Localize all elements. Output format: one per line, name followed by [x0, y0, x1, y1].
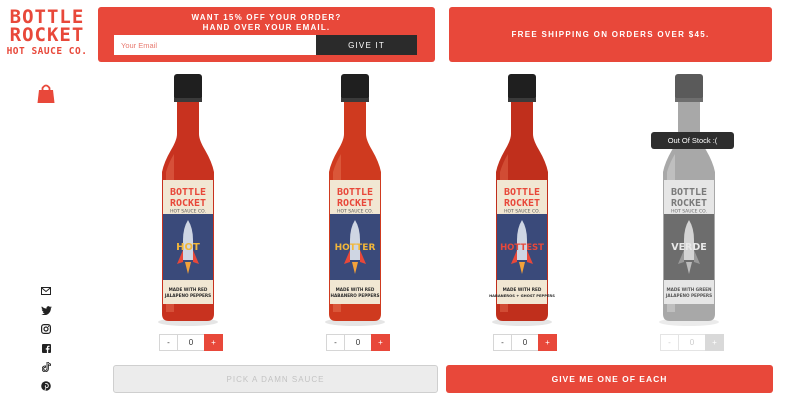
- decrease-button[interactable]: -: [159, 334, 178, 351]
- label-brand-line-1: BOTTLE: [504, 187, 540, 198]
- label-made-line-1: MADE WITH GREEN: [666, 287, 712, 292]
- product-hottest[interactable]: BOTTLE ROCKET HOT SAUCE CO. HOTTEST MADE…: [467, 72, 577, 330]
- label-heat-name: HOT: [176, 242, 200, 253]
- label-made-line-2: JALAPENO PEPPERS: [665, 293, 712, 298]
- decrease-button[interactable]: -: [326, 334, 345, 351]
- label-heat-name: HOTTER: [335, 243, 376, 253]
- one-of-each-button[interactable]: GIVE ME ONE OF EACH: [446, 365, 773, 393]
- promo-text: WANT 15% OFF YOUR ORDER? HAND OVER YOUR …: [98, 13, 435, 33]
- label-made-line-2: HABANEROS + GHOST PEPPERS: [489, 294, 555, 298]
- label-brand-line-2: ROCKET: [170, 198, 206, 209]
- label-made-line-2: JALAPENO PEPPERS: [164, 293, 211, 298]
- decrease-button[interactable]: -: [660, 334, 679, 351]
- label-brand-line-2: ROCKET: [504, 198, 540, 209]
- label-brand-line-1: BOTTLE: [671, 187, 707, 198]
- label-heat-name: HOTTEST: [500, 243, 544, 253]
- quantity-value[interactable]: 0: [512, 334, 538, 351]
- label-made-line-1: MADE WITH RED: [503, 287, 542, 292]
- increase-button[interactable]: +: [705, 334, 724, 351]
- label-heat-name: VERDE: [671, 242, 707, 253]
- out-of-stock-tooltip: Out Of Stock :(: [651, 132, 734, 149]
- label-sub: HOT SAUCE CO.: [504, 209, 540, 215]
- logo-line-2: ROCKET: [9, 24, 85, 46]
- product-hot[interactable]: BOTTLE ROCKET HOT SAUCE CO. HOT MADE WIT…: [133, 72, 243, 330]
- shopping-bag-icon[interactable]: [35, 83, 57, 105]
- label-brand-line-1: BOTTLE: [337, 187, 373, 198]
- label-sub: HOT SAUCE CO.: [671, 209, 707, 215]
- brand-logo[interactable]: BOTTLE ROCKET HOT SAUCE CO.: [6, 8, 88, 58]
- instagram-icon[interactable]: [39, 322, 53, 336]
- promo-line-1: WANT 15% OFF YOUR ORDER?: [191, 13, 342, 22]
- sidebar: BOTTLE ROCKET HOT SAUCE CO.: [0, 0, 92, 405]
- social-links: [39, 284, 53, 398]
- pinterest-icon[interactable]: [39, 379, 53, 393]
- label-brand-line-2: ROCKET: [671, 198, 707, 209]
- shipping-text: FREE SHIPPING ON ORDERS OVER $45.: [511, 30, 710, 39]
- email-form: GIVE IT: [114, 35, 417, 55]
- increase-button[interactable]: +: [204, 334, 223, 351]
- decrease-button[interactable]: -: [493, 334, 512, 351]
- label-sub: HOT SAUCE CO.: [337, 209, 373, 215]
- email-icon[interactable]: [39, 284, 53, 298]
- give-it-button[interactable]: GIVE IT: [316, 35, 417, 55]
- product-hotter[interactable]: BOTTLE ROCKET HOT SAUCE CO. HOTTER MADE …: [300, 72, 410, 330]
- twitter-icon[interactable]: [39, 303, 53, 317]
- shipping-banner: FREE SHIPPING ON ORDERS OVER $45.: [449, 7, 772, 62]
- quantity-stepper-hotter: - 0 +: [326, 334, 390, 351]
- increase-button[interactable]: +: [538, 334, 557, 351]
- quantity-value[interactable]: 0: [679, 334, 705, 351]
- email-input[interactable]: [114, 35, 316, 55]
- quantity-stepper-hot: - 0 +: [159, 334, 223, 351]
- facebook-icon[interactable]: [39, 341, 53, 355]
- bottle-image[interactable]: BOTTLE ROCKET HOT SAUCE CO. HOTTER MADE …: [300, 72, 410, 330]
- bottle-image[interactable]: BOTTLE ROCKET HOT SAUCE CO. VERDE MADE W…: [634, 72, 744, 330]
- label-made-line-1: MADE WITH RED: [169, 287, 208, 292]
- promo-line-2: HAND OVER YOUR EMAIL.: [202, 23, 331, 32]
- label-brand-line-1: BOTTLE: [170, 187, 206, 198]
- quantity-value[interactable]: 0: [345, 334, 371, 351]
- bottle-image[interactable]: BOTTLE ROCKET HOT SAUCE CO. HOTTEST MADE…: [467, 72, 577, 330]
- tiktok-icon[interactable]: [39, 360, 53, 374]
- logo-line-3: HOT SAUCE CO.: [6, 46, 88, 57]
- email-signup-banner: WANT 15% OFF YOUR ORDER? HAND OVER YOUR …: [98, 7, 435, 62]
- label-made-line-2: HABANERO PEPPERS: [331, 293, 380, 298]
- label-sub: HOT SAUCE CO.: [170, 209, 206, 215]
- label-brand-line-2: ROCKET: [337, 198, 373, 209]
- page: BOTTLE ROCKET HOT SAUCE CO. WANT 15% OFF…: [0, 0, 800, 405]
- label-made-line-1: MADE WITH RED: [336, 287, 375, 292]
- quantity-stepper-verde: - 0 +: [660, 334, 724, 351]
- bottle-image[interactable]: BOTTLE ROCKET HOT SAUCE CO. HOT MADE WIT…: [133, 72, 243, 330]
- increase-button[interactable]: +: [371, 334, 390, 351]
- pick-a-sauce-button[interactable]: PICK A DAMN SAUCE: [113, 365, 438, 393]
- product-verde[interactable]: BOTTLE ROCKET HOT SAUCE CO. VERDE MADE W…: [634, 72, 744, 330]
- quantity-value[interactable]: 0: [178, 334, 204, 351]
- quantity-stepper-hottest: - 0 +: [493, 334, 557, 351]
